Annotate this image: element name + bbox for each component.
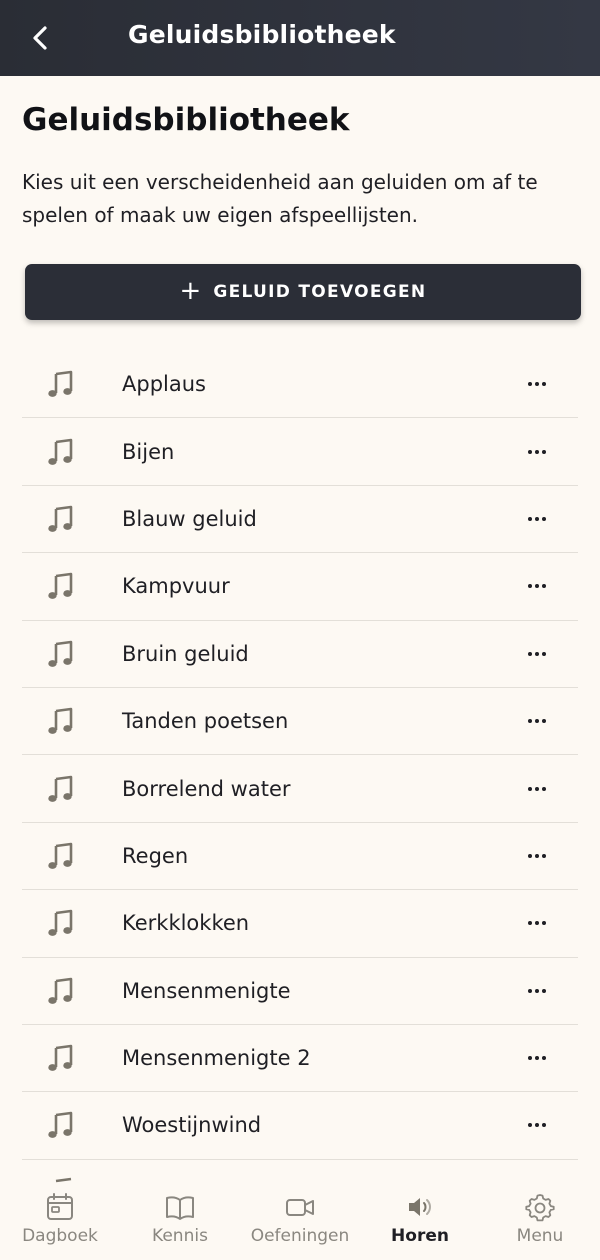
chevron-left-icon [33, 26, 47, 50]
sound-list-item[interactable]: Regen [22, 823, 578, 891]
header-title: Geluidsbibliotheek [128, 20, 396, 49]
add-sound-button[interactable]: + GELUID TOEVOEGEN [25, 264, 581, 320]
music-note-icon [48, 910, 73, 937]
sound-name: Kerkklokken [122, 911, 250, 936]
more-horizontal-icon [528, 516, 546, 521]
plus-icon: + [179, 275, 202, 306]
sound-list-item[interactable]: Tanden poetsen [22, 688, 578, 756]
sound-list-item[interactable]: Mensenmenigte [22, 958, 578, 1025]
nav-item-horen[interactable]: Horen [360, 1184, 480, 1260]
bottom-navigation: Dagboek Kennis Oefeningen Horen Menu [0, 1184, 600, 1260]
more-horizontal-icon [528, 382, 546, 387]
nav-label: Kennis [152, 1226, 208, 1246]
sound-list-item[interactable]: Bijen [22, 418, 578, 486]
music-note-icon [55, 1177, 72, 1183]
more-horizontal-icon [528, 921, 546, 926]
book-icon [166, 1196, 194, 1220]
more-horizontal-icon [528, 853, 546, 858]
nav-item-menu[interactable]: Menu [480, 1184, 600, 1260]
more-options-button[interactable] [522, 911, 552, 935]
music-note-icon [48, 707, 73, 735]
sound-name: Bijen [122, 439, 175, 464]
music-note-icon [48, 640, 73, 667]
sound-list-item[interactable]: Applaus [22, 351, 578, 419]
sound-name: Regen [122, 843, 189, 868]
sound-name: Borrelend water [122, 776, 291, 801]
page-description: Kies uit een verscheidenheid aan geluide… [22, 170, 538, 227]
sound-list-item[interactable]: Blauw geluid [22, 486, 578, 554]
music-note-icon [48, 573, 73, 600]
more-horizontal-icon [528, 988, 546, 993]
speaker-icon [409, 1198, 431, 1216]
more-options-button[interactable] [522, 979, 552, 1003]
nav-item-dagboek[interactable]: Dagboek [0, 1184, 120, 1260]
video-camera-icon [286, 1199, 314, 1216]
sound-name: Woestijnwind [122, 1113, 262, 1138]
more-horizontal-icon [528, 1123, 546, 1128]
more-options-button[interactable] [522, 440, 552, 464]
nav-label: Dagboek [22, 1226, 98, 1246]
more-horizontal-icon [528, 584, 546, 589]
sound-list-item[interactable]: Mensenmenigte 2 [22, 1025, 578, 1093]
sound-list: Applaus Bijen Blauw geluid Kampvuur Brui… [22, 351, 578, 1160]
back-button[interactable] [22, 18, 58, 58]
music-note-icon [48, 977, 73, 1004]
nav-item-oefeningen[interactable]: Oefeningen [240, 1184, 360, 1260]
more-options-button[interactable] [522, 372, 552, 396]
music-note-icon [48, 775, 73, 802]
sound-name: Mensenmenigte 2 [122, 1046, 311, 1071]
sound-list-item[interactable]: Woestijnwind [22, 1092, 578, 1160]
sound-name: Mensenmenigte [122, 978, 291, 1003]
sound-list-item[interactable]: Bruin geluid [22, 621, 578, 688]
more-horizontal-icon [528, 719, 546, 724]
sound-name: Blauw geluid [122, 506, 257, 531]
sound-list-item[interactable]: Kerkklokken [22, 890, 578, 958]
music-note-icon [48, 842, 73, 869]
sound-list-item[interactable]: Kampvuur [22, 553, 578, 621]
music-note-icon [48, 1112, 73, 1139]
more-options-button[interactable] [522, 844, 552, 868]
more-horizontal-icon [528, 786, 546, 791]
sound-name: Tanden poetsen [122, 709, 289, 734]
more-options-button[interactable] [522, 507, 552, 531]
more-options-button[interactable] [522, 777, 552, 801]
music-note-icon [48, 505, 73, 532]
sound-list-item[interactable]: Borrelend water [22, 755, 578, 823]
top-app-bar: Geluidsbibliotheek [0, 0, 600, 76]
more-options-button[interactable] [522, 1113, 552, 1137]
more-options-button[interactable] [522, 642, 552, 666]
music-note-icon [48, 438, 73, 465]
more-options-button[interactable] [522, 709, 552, 733]
nav-label: Menu [516, 1226, 564, 1246]
gear-icon [525, 1194, 555, 1222]
add-sound-label: GELUID TOEVOEGEN [213, 282, 427, 302]
sound-name: Bruin geluid [122, 641, 249, 666]
page-title: Geluidsbibliotheek [22, 102, 350, 138]
more-horizontal-icon [528, 449, 546, 454]
nav-label: Horen [391, 1226, 449, 1246]
more-options-button[interactable] [522, 574, 552, 598]
more-options-button[interactable] [522, 1046, 552, 1070]
music-note-icon [48, 370, 73, 398]
calendar-icon [47, 1193, 73, 1220]
music-note-icon [48, 1044, 73, 1071]
more-horizontal-icon [528, 1056, 546, 1061]
sound-name: Applaus [122, 372, 206, 397]
more-horizontal-icon [528, 651, 546, 656]
nav-item-kennis[interactable]: Kennis [120, 1184, 240, 1260]
nav-label: Oefeningen [250, 1226, 350, 1246]
sound-name: Kampvuur [122, 574, 230, 599]
